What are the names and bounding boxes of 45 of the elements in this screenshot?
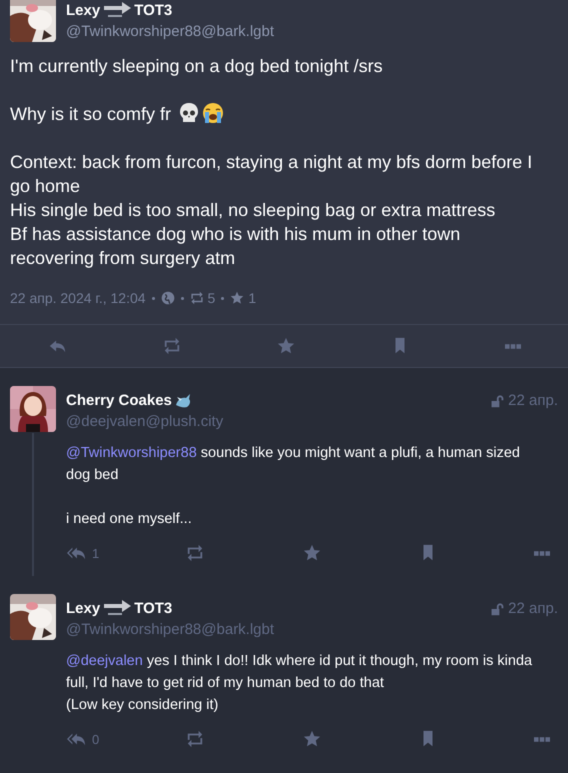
unlock-icon [490, 602, 504, 616]
mention-link[interactable]: @Twinkworshiper88 [66, 445, 197, 461]
reply-count: 0 [92, 732, 100, 746]
more-icon [534, 550, 550, 556]
reply-all-button[interactable]: 1 [66, 544, 100, 562]
star-icon [230, 291, 244, 305]
separator-dot [152, 296, 155, 300]
star-button[interactable] [276, 337, 296, 355]
post-time[interactable]: 22 апр. [508, 600, 558, 617]
favourite-count: 1 [248, 290, 256, 306]
arrow-emoji-icon [102, 2, 132, 20]
boost-icon [190, 291, 204, 305]
display-name: Lexy [66, 2, 100, 20]
reply-count: 1 [92, 546, 100, 560]
display-name: Lexy [66, 600, 100, 618]
star-icon [276, 337, 296, 355]
separator-dot [221, 296, 224, 300]
more-icon [534, 736, 550, 742]
separator-dot [180, 296, 184, 300]
star-icon [302, 544, 322, 562]
crying-emoji-icon [202, 102, 224, 124]
more-icon [504, 344, 521, 348]
mention-link[interactable]: @deejvalen [66, 653, 143, 669]
account-handle: @deejvalen@plush.city [66, 413, 224, 430]
unlock-icon [490, 394, 504, 408]
dragon-emoji-icon [174, 393, 192, 409]
post-text: Why is it so comfy fr [10, 102, 545, 126]
post-text: Context: back from furcon, staying a night at my bfs dorm before I go home His single bed is too small, no sleeping bag or extra mattress Bf has assistance dog who is with his mum in other town recovering from surgery atm [10, 151, 534, 270]
reply-text: @Twinkworshiper88 sounds like you might want a plufi, a human sized dog bed [66, 444, 521, 485]
post-date: 22 апр. 2024 г., 12:04 [10, 290, 146, 306]
account-handle: @Twinkworshiper88@bark.lgbt [66, 23, 274, 40]
reply-text: i need one myself... [66, 510, 193, 529]
arrow-emoji-icon [102, 600, 132, 618]
display-name: TOT3 [134, 2, 172, 20]
reply-all-button[interactable]: 0 [66, 730, 100, 748]
boost-count: 5 [208, 290, 216, 306]
display-name: Cherry Coakes [66, 392, 172, 410]
account-handle: @Twinkworshiper88@bark.lgbt [66, 621, 274, 638]
post-text: I'm currently sleeping on a dog bed tonight /srs [10, 55, 384, 78]
skull-emoji-icon [178, 102, 200, 124]
display-name: TOT3 [134, 600, 172, 618]
post-time[interactable]: 22 апр. [508, 392, 558, 409]
globe-icon [160, 291, 175, 305]
reply-text: @deejvalen yes I think I do!! Idk where id put it though, my room is kinda full, I'd have to get rid of my human bed to do that (Low key considering it) [66, 652, 534, 715]
star-icon [302, 730, 322, 748]
